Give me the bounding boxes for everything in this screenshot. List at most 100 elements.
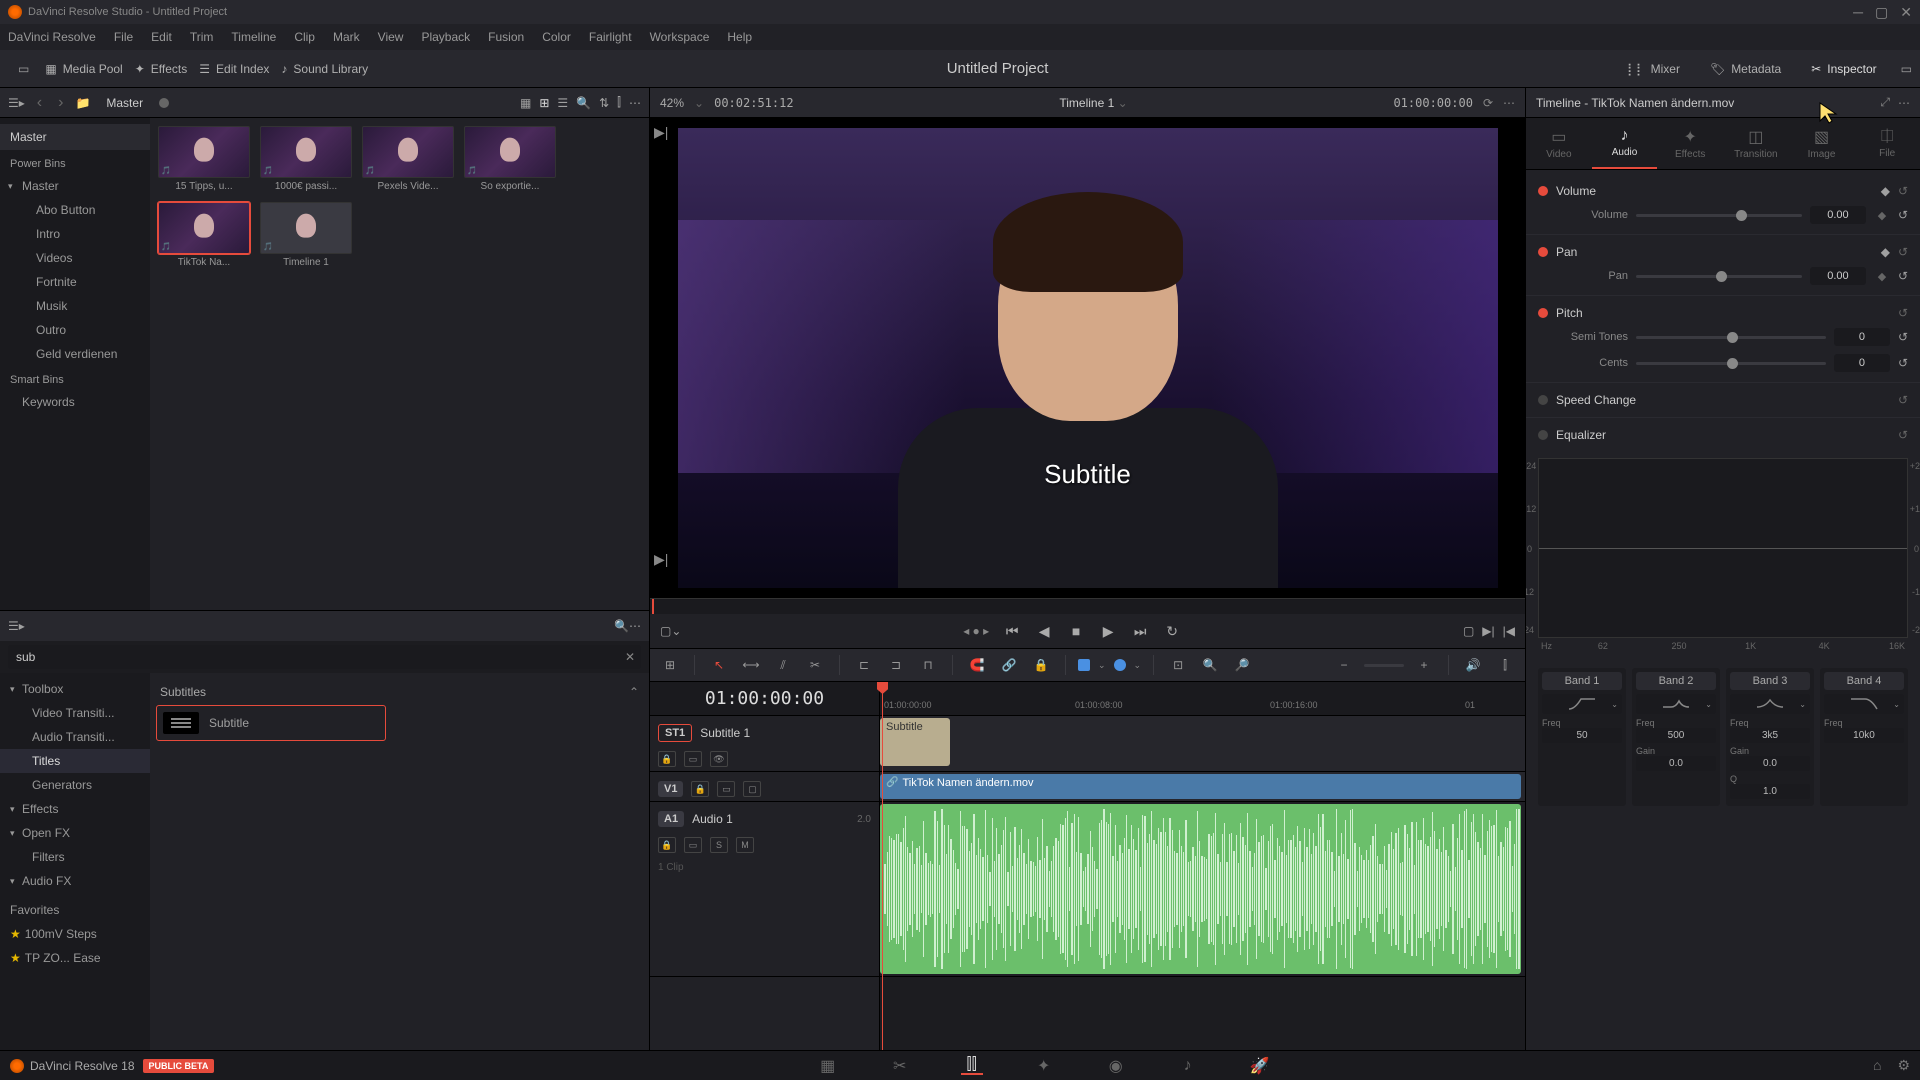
track-tag[interactable]: V1	[658, 781, 683, 797]
band-gain-value[interactable]: 0.0	[1636, 756, 1716, 771]
lock-icon[interactable]: 🔒	[1029, 653, 1053, 677]
mixer-toggle[interactable]: ⡇⡇ Mixer	[1621, 58, 1686, 80]
inspector-tab-transition[interactable]: ◫Transition	[1723, 118, 1789, 169]
goto-start-button[interactable]: ⏮	[1003, 622, 1021, 640]
layout-icon[interactable]: ▭	[18, 62, 29, 76]
zoom-in-icon[interactable]: +	[1412, 653, 1436, 677]
page-edit[interactable]: ⫿⫿	[961, 1057, 983, 1075]
play-button[interactable]: ▶	[1099, 622, 1117, 640]
blade-tool[interactable]: ✂	[803, 653, 827, 677]
track-tag[interactable]: ST1	[658, 724, 692, 742]
search-icon[interactable]: 🔍	[614, 619, 629, 633]
bin-item[interactable]: Fortnite	[0, 270, 150, 294]
track-header-video[interactable]: V1 🔒 ▭ ▢	[650, 772, 879, 802]
viewer-mode-icon[interactable]: ▢⌄	[660, 624, 681, 638]
mini-scrubber[interactable]	[650, 598, 1525, 614]
pan-section-header[interactable]: Pan ◆ ↺	[1538, 241, 1908, 263]
band-curve-selector[interactable]: ⌄	[1730, 694, 1810, 714]
video-track-lane[interactable]: TikTok Namen ändern.mov	[880, 772, 1525, 802]
band-curve-selector[interactable]: ⌄	[1542, 694, 1622, 714]
menu-item[interactable]: Help	[727, 30, 752, 44]
jump-last-icon[interactable]: ▶|	[654, 551, 668, 568]
menu-item[interactable]: Clip	[294, 30, 315, 44]
maximize-button[interactable]: ▢	[1875, 4, 1888, 21]
section-enable-icon[interactable]	[1538, 430, 1548, 440]
metadata-view-icon[interactable]: ▦	[520, 96, 531, 110]
inspector-tab-effects[interactable]: ✦Effects	[1657, 118, 1723, 169]
fx-tree-item[interactable]: Filters	[0, 845, 150, 869]
effects-toggle[interactable]: ✦ Effects	[129, 58, 194, 80]
band-gain-value[interactable]: 0.0	[1730, 756, 1810, 771]
options-icon[interactable]: ⋯	[629, 619, 641, 633]
bin-master[interactable]: Master	[0, 124, 150, 150]
track-header-audio[interactable]: A1 Audio 1 2.0 🔒 ▭ S M 1 Clip	[650, 802, 879, 977]
viewer-options-icon[interactable]: ⋯	[1503, 96, 1515, 110]
page-fairlight[interactable]: ♪	[1177, 1057, 1199, 1075]
clear-search-icon[interactable]: ✕	[625, 650, 635, 664]
track-mute-button[interactable]: M	[736, 837, 754, 853]
track-eye-icon[interactable]: 👁	[710, 751, 728, 767]
filter-icon[interactable]: ⫿	[617, 95, 621, 110]
bin-item[interactable]: Outro	[0, 318, 150, 342]
insert-tool[interactable]: ⊏	[852, 653, 876, 677]
collapse-icon[interactable]: ⌃	[629, 685, 639, 699]
prev-edit-icon[interactable]: |◀	[1503, 624, 1515, 638]
close-button[interactable]: ✕	[1900, 4, 1912, 21]
overwrite-tool[interactable]: ⊐	[884, 653, 908, 677]
video-clip[interactable]: TikTok Namen ändern.mov	[880, 774, 1521, 799]
reset-icon[interactable]: ↺	[1898, 428, 1908, 442]
volume-slider[interactable]	[1636, 214, 1802, 217]
sort-icon[interactable]: ⇅	[599, 96, 609, 110]
loop-button[interactable]: ↻	[1163, 622, 1181, 640]
eq-band[interactable]: Band 3 ⌄ Freq3k5Gain0.0Q1.0	[1726, 668, 1814, 806]
equalizer-graph[interactable]: +24 +12 0 -12 -24 +24 +12 0 -12 -24 Hz 6…	[1538, 458, 1908, 638]
track-solo-button[interactable]: S	[710, 837, 728, 853]
cents-slider[interactable]	[1636, 362, 1826, 365]
keyframe-icon[interactable]: ◆	[1874, 270, 1890, 283]
timeline-view-icon[interactable]: ⊞	[658, 653, 682, 677]
inspector-toggle[interactable]: ✂ Inspector	[1805, 58, 1882, 80]
semitones-slider[interactable]	[1636, 336, 1826, 339]
nav-forward-icon[interactable]: ›	[54, 94, 67, 112]
track-enable-icon[interactable]: ▭	[684, 837, 702, 853]
flag-blue-icon[interactable]	[1078, 659, 1090, 671]
bin-list-icon[interactable]: ☰▸	[8, 96, 25, 110]
bin-item[interactable]: ▾Master	[0, 174, 150, 198]
inspector-options-icon[interactable]: ⋯	[1898, 96, 1910, 110]
link-icon[interactable]: 🔗	[997, 653, 1021, 677]
snapping-icon[interactable]: 🧲	[965, 653, 989, 677]
menu-item[interactable]: Workspace	[650, 30, 710, 44]
menu-item[interactable]: Color	[542, 30, 571, 44]
volume-section-header[interactable]: Volume ◆ ↺	[1538, 180, 1908, 202]
prev-marker-icon[interactable]: ◂ ● ▸	[963, 624, 989, 638]
marker-blue-icon[interactable]	[1114, 659, 1126, 671]
page-color[interactable]: ◉	[1105, 1057, 1127, 1075]
step-back-button[interactable]: ◀	[1035, 622, 1053, 640]
inspector-tab-file[interactable]: ⎅File	[1854, 118, 1920, 169]
semitones-value[interactable]: 0	[1834, 328, 1890, 346]
bypass-icon[interactable]: ⟳	[1483, 96, 1493, 110]
menu-item[interactable]: DaVinci Resolve	[8, 30, 96, 44]
page-cut[interactable]: ✂	[889, 1057, 911, 1075]
track-enable-icon[interactable]: ▭	[717, 781, 735, 797]
track-tag[interactable]: A1	[658, 811, 684, 827]
inspector-tab-video[interactable]: ▭Video	[1526, 118, 1592, 169]
page-fusion[interactable]: ✦	[1033, 1057, 1055, 1075]
band-freq-value[interactable]: 500	[1636, 728, 1716, 743]
reset-icon[interactable]: ↺	[1898, 356, 1908, 370]
menu-item[interactable]: Fusion	[488, 30, 524, 44]
replace-tool[interactable]: ⊓	[916, 653, 940, 677]
detail-zoom-icon[interactable]: 🔍	[1198, 653, 1222, 677]
menu-item[interactable]: File	[114, 30, 133, 44]
single-viewer-icon[interactable]: ▭	[1901, 62, 1912, 76]
reset-icon[interactable]: ↺	[1898, 393, 1908, 407]
menu-item[interactable]: Edit	[151, 30, 172, 44]
menu-item[interactable]: Trim	[190, 30, 214, 44]
band-curve-selector[interactable]: ⌄	[1636, 694, 1716, 714]
zoom-out-icon[interactable]: −	[1332, 653, 1356, 677]
section-enable-icon[interactable]	[1538, 395, 1548, 405]
fx-tree-item[interactable]: Video Transiti...	[0, 701, 150, 725]
expand-inspector-icon[interactable]: ⤢	[1880, 95, 1890, 110]
fx-tree-item[interactable]: ▾Audio FX	[0, 869, 150, 893]
home-icon[interactable]: ⌂	[1873, 1057, 1881, 1074]
